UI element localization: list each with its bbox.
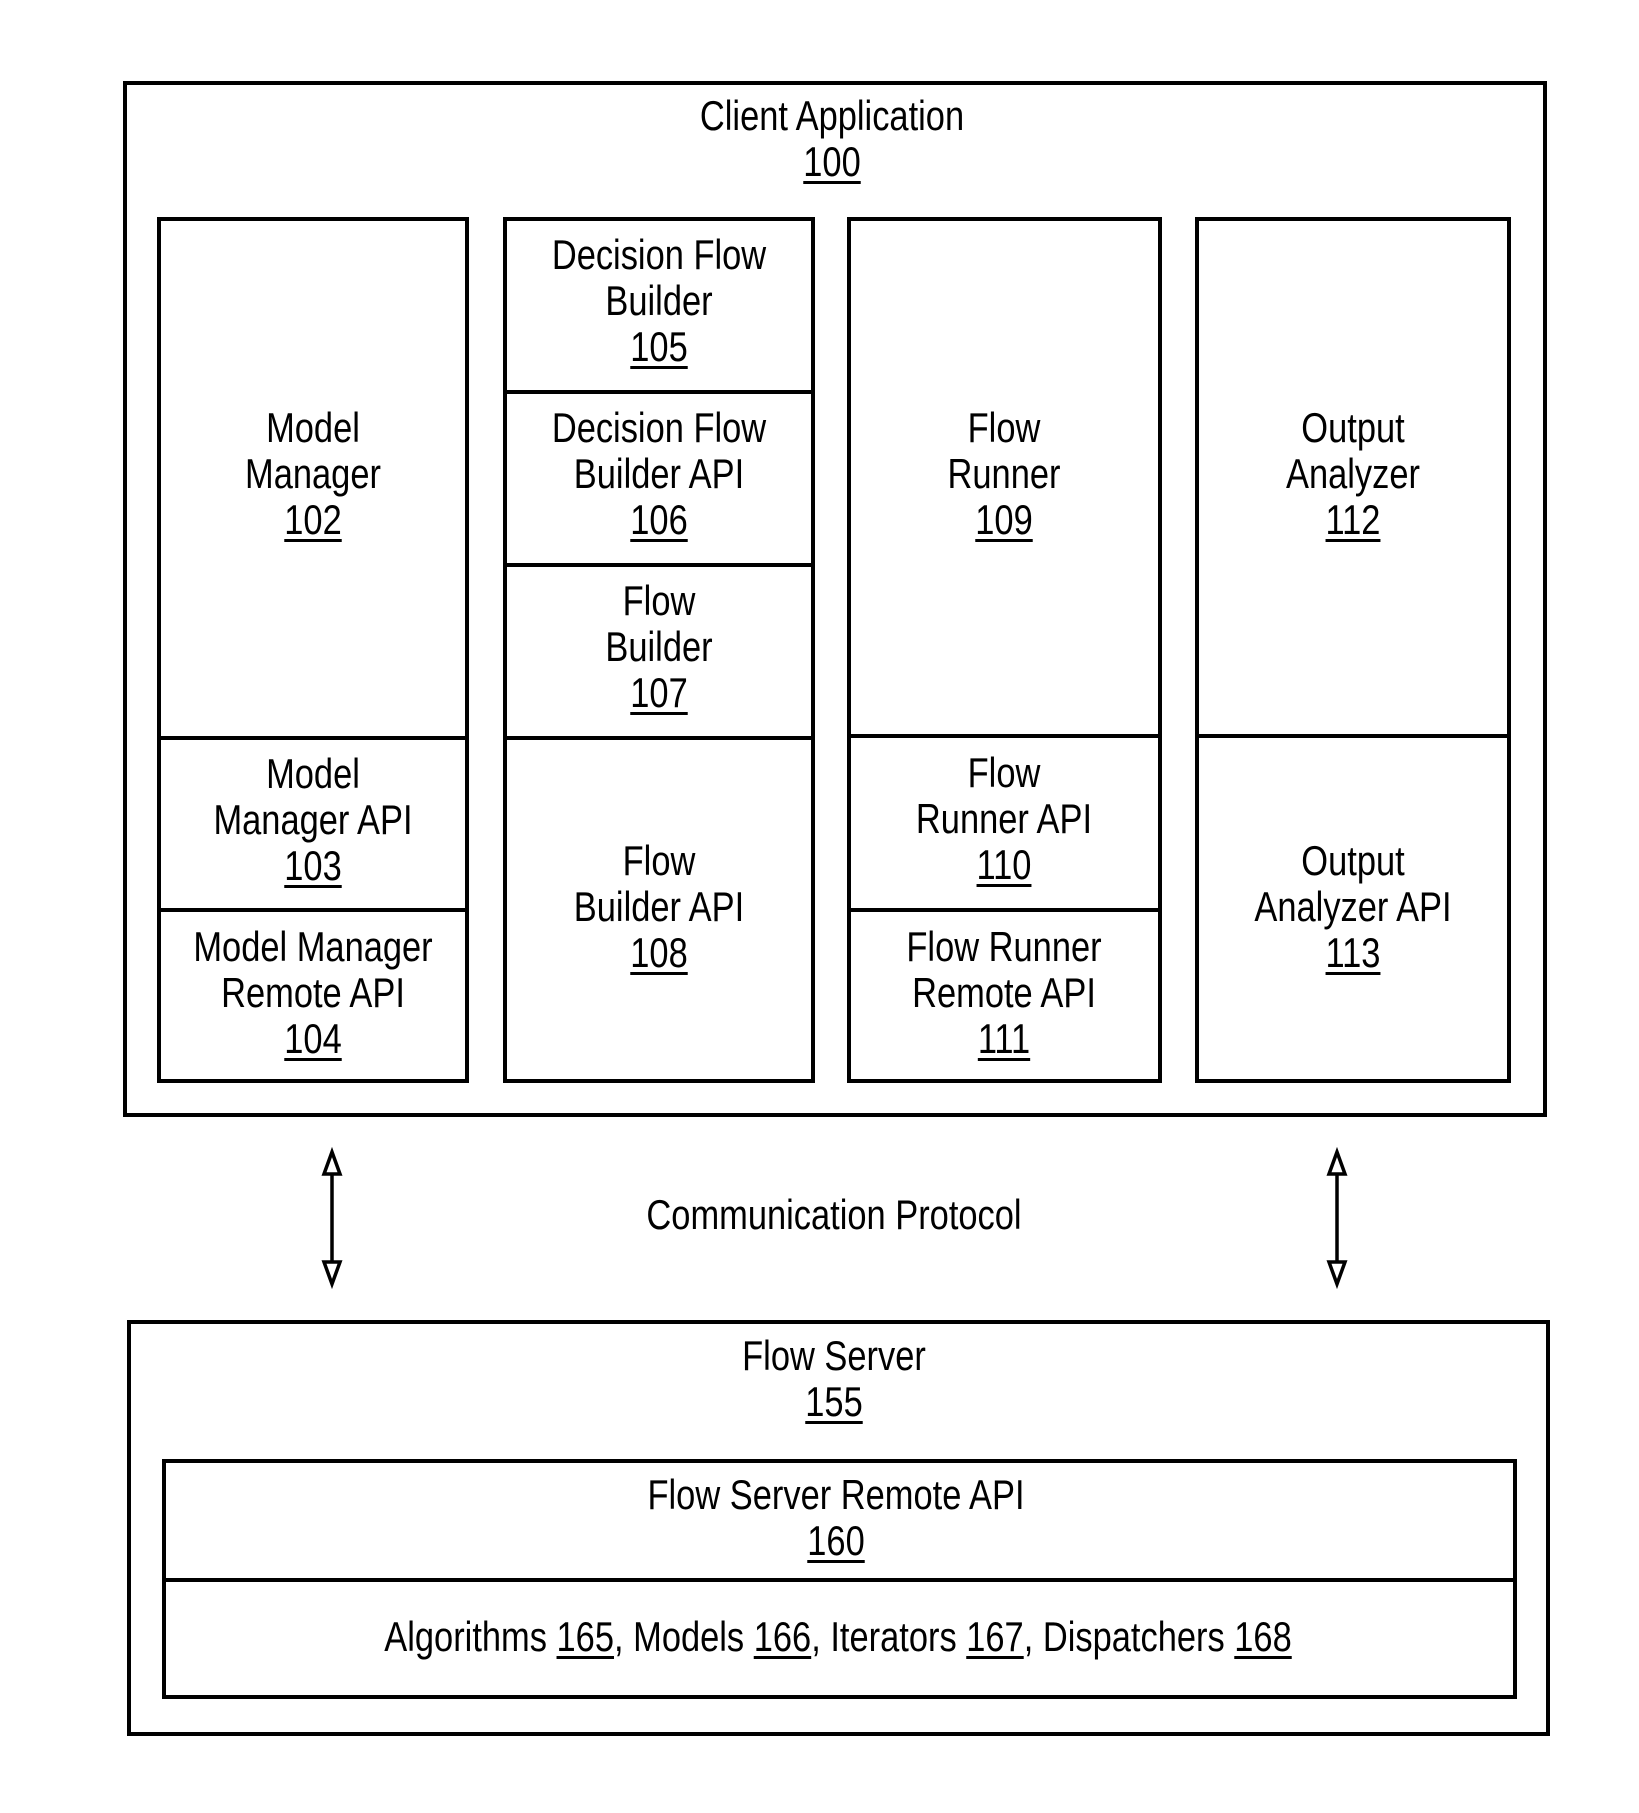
block-label-line: Model bbox=[266, 404, 360, 451]
block-label-line: Decision Flow bbox=[551, 231, 767, 278]
decision-flow-builder-block: Decision Flow Builder 105 bbox=[552, 232, 766, 370]
block-ref: 102 bbox=[284, 496, 342, 543]
model-manager-block: Model Manager 102 bbox=[245, 405, 381, 543]
block-label-line: Builder API bbox=[573, 450, 745, 497]
block-ref: 111 bbox=[977, 1015, 1031, 1062]
bidirectional-arrow-icon bbox=[1326, 1146, 1348, 1290]
decision-flow-builder-api-block: Decision Flow Builder API 106 bbox=[552, 405, 766, 543]
component-ref: 166 bbox=[753, 1613, 812, 1660]
component-ref: 167 bbox=[966, 1613, 1024, 1660]
block-label-line: Output bbox=[1301, 404, 1405, 451]
block-label-line: Runner API bbox=[915, 795, 1093, 842]
block-ref: 105 bbox=[630, 323, 688, 370]
block-label-line: Flow bbox=[622, 577, 696, 624]
divider bbox=[503, 390, 815, 394]
component-ref: 165 bbox=[556, 1613, 614, 1660]
block-label-line: Flow bbox=[622, 837, 696, 884]
block-ref: 109 bbox=[975, 496, 1033, 543]
divider bbox=[157, 908, 469, 912]
divider bbox=[847, 734, 1162, 738]
block-label-line: Manager API bbox=[213, 796, 413, 843]
block-label-line: Analyzer bbox=[1286, 450, 1420, 497]
component-label: Dispatchers bbox=[1042, 1613, 1225, 1660]
divider bbox=[157, 736, 469, 740]
flow-server-label: Flow Server bbox=[742, 1332, 926, 1379]
block-ref: 104 bbox=[284, 1015, 342, 1062]
block-label-line: Flow bbox=[967, 404, 1041, 451]
block-label-line: Model Manager bbox=[193, 923, 433, 970]
block-label-line: Flow bbox=[967, 749, 1041, 796]
divider bbox=[503, 736, 815, 740]
flow-server-components: Algorithms 165, Models 166, Iterators 16… bbox=[384, 1613, 1292, 1660]
block-label-line: Flow Runner bbox=[906, 923, 1102, 970]
block-label-line: Manager bbox=[245, 450, 381, 497]
block-label-line: Builder bbox=[605, 623, 713, 670]
client-application-label: Client Application bbox=[699, 92, 965, 139]
model-manager-remote-api-block: Model Manager Remote API 104 bbox=[193, 924, 432, 1062]
divider bbox=[847, 908, 1162, 912]
block-ref: 106 bbox=[630, 496, 688, 543]
output-analyzer-block: Output Analyzer 112 bbox=[1286, 405, 1420, 543]
component-label: Algorithms bbox=[384, 1613, 547, 1660]
flow-server-remote-api-block: Flow Server Remote API 160 bbox=[647, 1472, 1024, 1564]
block-ref: 160 bbox=[807, 1517, 865, 1564]
divider bbox=[1195, 734, 1511, 738]
communication-protocol-text: Communication Protocol bbox=[646, 1191, 1022, 1238]
flow-runner-api-block: Flow Runner API 110 bbox=[916, 750, 1092, 888]
block-label-line: Remote API bbox=[221, 969, 405, 1016]
flow-server-ref: 155 bbox=[805, 1378, 863, 1425]
flow-runner-remote-api-block: Flow Runner Remote API 111 bbox=[906, 924, 1101, 1062]
block-label-line: Runner bbox=[947, 450, 1061, 497]
flow-builder-block: Flow Builder 107 bbox=[605, 578, 712, 716]
block-label-line: Builder bbox=[605, 277, 713, 324]
communication-protocol-label: Communication Protocol bbox=[646, 1192, 1021, 1238]
bidirectional-arrow-icon bbox=[321, 1146, 343, 1290]
block-label-line: Remote API bbox=[912, 969, 1096, 1016]
flow-builder-api-block: Flow Builder API 108 bbox=[574, 838, 744, 976]
block-ref: 108 bbox=[630, 929, 688, 976]
client-application-title: Client Application 100 bbox=[700, 93, 964, 185]
block-label-line: Output bbox=[1301, 837, 1405, 884]
block-label-line: Decision Flow bbox=[551, 404, 767, 451]
component-label: Iterators bbox=[830, 1613, 957, 1660]
model-manager-api-block: Model Manager API 103 bbox=[213, 751, 412, 889]
output-analyzer-api-block: Output Analyzer API 113 bbox=[1254, 838, 1451, 976]
block-ref: 110 bbox=[976, 841, 1032, 888]
block-ref: 103 bbox=[284, 842, 342, 889]
block-label-line: Builder API bbox=[573, 883, 745, 930]
divider bbox=[503, 563, 815, 567]
block-ref: 112 bbox=[1325, 496, 1381, 543]
flow-runner-block: Flow Runner 109 bbox=[948, 405, 1061, 543]
flow-server-title: Flow Server 155 bbox=[742, 1333, 926, 1425]
client-application-ref: 100 bbox=[803, 138, 861, 185]
divider bbox=[162, 1578, 1517, 1582]
block-ref: 107 bbox=[630, 669, 688, 716]
component-ref: 168 bbox=[1234, 1613, 1292, 1660]
block-label-line: Analyzer API bbox=[1254, 883, 1452, 930]
block-ref: 113 bbox=[1325, 929, 1381, 976]
block-label-line: Flow Server Remote API bbox=[647, 1471, 1025, 1518]
component-label: Models bbox=[633, 1613, 745, 1660]
block-label-line: Model bbox=[266, 750, 360, 797]
